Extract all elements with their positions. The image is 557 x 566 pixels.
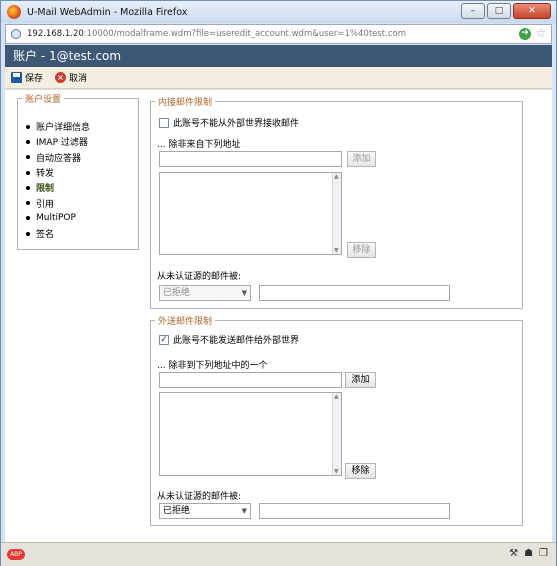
inbound-action-select[interactable]: 已拒绝 ▼	[159, 285, 251, 301]
settings-menu: 账户详细信息 IMAP 过滤器 自动应答器 转发 限制 引用 MultiPOP …	[26, 119, 90, 241]
menu-item-signature[interactable]: 签名	[26, 226, 90, 241]
menu-item-restrictions[interactable]: 限制	[26, 180, 90, 195]
outbound-except-label: ... 除非到下列地址中的一个	[157, 361, 268, 371]
inbound-address-list[interactable]	[159, 172, 342, 255]
bullet-icon	[26, 124, 30, 129]
bullet-icon	[26, 155, 30, 160]
adblock-icon[interactable]: ABP	[7, 549, 25, 560]
inbound-unauth-input[interactable]	[259, 285, 450, 301]
outbound-add-button[interactable]: 添加	[345, 372, 376, 388]
outbound-restrictions-group: 外送邮件限制 ✓ 此账号不能发送邮件给外部世界 ... 除非到下列地址中的一个 …	[150, 314, 523, 526]
inbound-restrictions-group: 内接邮件限制 此账号不能从外部世界接收邮件 ... 除非来自下列地址 添加 移除…	[150, 95, 523, 309]
outbound-unauth-label: 从未认证源的邮件被:	[157, 492, 242, 502]
close-button[interactable]: ✕	[513, 3, 551, 19]
menu-item-quotas[interactable]: 引用	[26, 195, 90, 210]
inbound-address-input[interactable]	[159, 151, 342, 167]
menu-item-label: 自动应答器	[36, 153, 82, 164]
account-settings-group: 账户设置 账户详细信息 IMAP 过滤器 自动应答器 转发 限制 引用 Mult…	[17, 92, 139, 250]
url-text[interactable]: 192.168.1.20:10000/modalframe.wdm?file=u…	[27, 29, 406, 39]
save-icon	[11, 72, 22, 83]
bullet-icon	[26, 216, 30, 221]
firefox-icon	[7, 5, 21, 19]
menu-item-label: 转发	[36, 169, 55, 180]
bullet-icon	[26, 201, 30, 206]
inbound-unauth-label: 从未认证源的邮件被:	[157, 272, 242, 282]
inbound-add-button[interactable]: 添加	[347, 151, 376, 167]
outbound-address-input[interactable]	[159, 372, 342, 388]
go-icon[interactable]: ➜	[519, 28, 531, 40]
save-label: 保存	[25, 74, 44, 84]
outbound-action-select[interactable]: 已拒绝 ▼	[159, 503, 251, 519]
menu-item-imap-filters[interactable]: IMAP 过滤器	[26, 134, 90, 149]
bullet-icon	[26, 231, 30, 236]
title-bar: U-Mail WebAdmin - Mozilla Firefox – □ ✕	[1, 1, 556, 23]
inbound-remove-button[interactable]: 移除	[347, 242, 376, 258]
outbound-block-checkbox[interactable]: ✓	[159, 334, 169, 345]
window-icon[interactable]: ❐	[539, 548, 548, 559]
menu-item-forwarding[interactable]: 转发	[26, 165, 90, 180]
menu-item-label: MultiPOP	[36, 213, 76, 224]
cancel-button[interactable]: × 取消	[55, 71, 87, 84]
maximize-button[interactable]: □	[487, 3, 511, 19]
window-title: U-Mail WebAdmin - Mozilla Firefox	[27, 6, 188, 18]
inbound-except-label: ... 除非来自下列地址	[157, 140, 241, 150]
cancel-label: 取消	[69, 74, 88, 84]
outbound-block-label: 此账号不能发送邮件给外部世界	[173, 336, 300, 346]
menu-item-label: IMAP 过滤器	[36, 138, 88, 149]
outbound-address-list[interactable]	[159, 392, 342, 476]
minimize-button[interactable]: –	[461, 3, 485, 19]
menu-item-autoresponder[interactable]: 自动应答器	[26, 150, 90, 165]
url-path: :10000/modalframe.wdm?file=useredit_acco…	[83, 29, 406, 39]
menu-item-label: 限制	[36, 184, 55, 195]
mask-icon[interactable]: ☗	[524, 548, 533, 559]
outbound-block-row[interactable]: ✓ 此账号不能发送邮件给外部世界	[159, 333, 299, 346]
inbound-block-label: 此账号不能从外部世界接收邮件	[173, 119, 300, 129]
bullet-icon	[26, 170, 30, 175]
tools-icon[interactable]: ⚒	[509, 548, 518, 559]
url-host: 192.168.1.20	[27, 29, 84, 39]
inbound-block-row[interactable]: 此账号不能从外部世界接收邮件	[159, 116, 299, 129]
menu-item-account-details[interactable]: 账户详细信息	[26, 119, 90, 134]
cancel-icon: ×	[55, 72, 67, 83]
globe-icon	[11, 29, 21, 39]
outbound-list-scrollbar[interactable]	[332, 393, 341, 475]
inbound-legend: 内接邮件限制	[155, 95, 216, 108]
inbound-block-checkbox[interactable]	[159, 117, 169, 128]
status-bar: ABP ⚒ ☗ ❐	[1, 542, 556, 566]
page-title: 账户 - 1@test.com	[5, 45, 552, 67]
menu-item-label: 引用	[36, 199, 55, 210]
chevron-down-icon: ▼	[241, 289, 247, 297]
menu-item-label: 签名	[36, 230, 55, 241]
account-settings-legend: 账户设置	[22, 92, 65, 105]
outbound-unauth-input[interactable]	[259, 503, 450, 519]
browser-window: U-Mail WebAdmin - Mozilla Firefox – □ ✕ …	[0, 0, 557, 566]
inbound-select-value: 已拒绝	[163, 288, 191, 298]
bullet-icon	[26, 139, 30, 144]
menu-item-label: 账户详细信息	[36, 123, 91, 134]
outbound-select-value: 已拒绝	[163, 506, 191, 516]
menu-item-multipop[interactable]: MultiPOP	[26, 211, 90, 226]
inbound-list-scrollbar[interactable]	[332, 173, 341, 254]
main-content: 账户设置 账户详细信息 IMAP 过滤器 自动应答器 转发 限制 引用 Mult…	[5, 90, 552, 542]
bullet-icon	[26, 185, 30, 190]
bookmark-star-icon[interactable]: ☆	[535, 26, 546, 40]
save-button[interactable]: 保存	[11, 71, 43, 84]
toolbar: 保存 × 取消	[5, 67, 552, 89]
address-bar[interactable]: 192.168.1.20:10000/modalframe.wdm?file=u…	[5, 24, 552, 44]
outbound-remove-button[interactable]: 移除	[345, 463, 376, 479]
outbound-legend: 外送邮件限制	[155, 314, 216, 327]
chevron-down-icon: ▼	[241, 507, 247, 515]
